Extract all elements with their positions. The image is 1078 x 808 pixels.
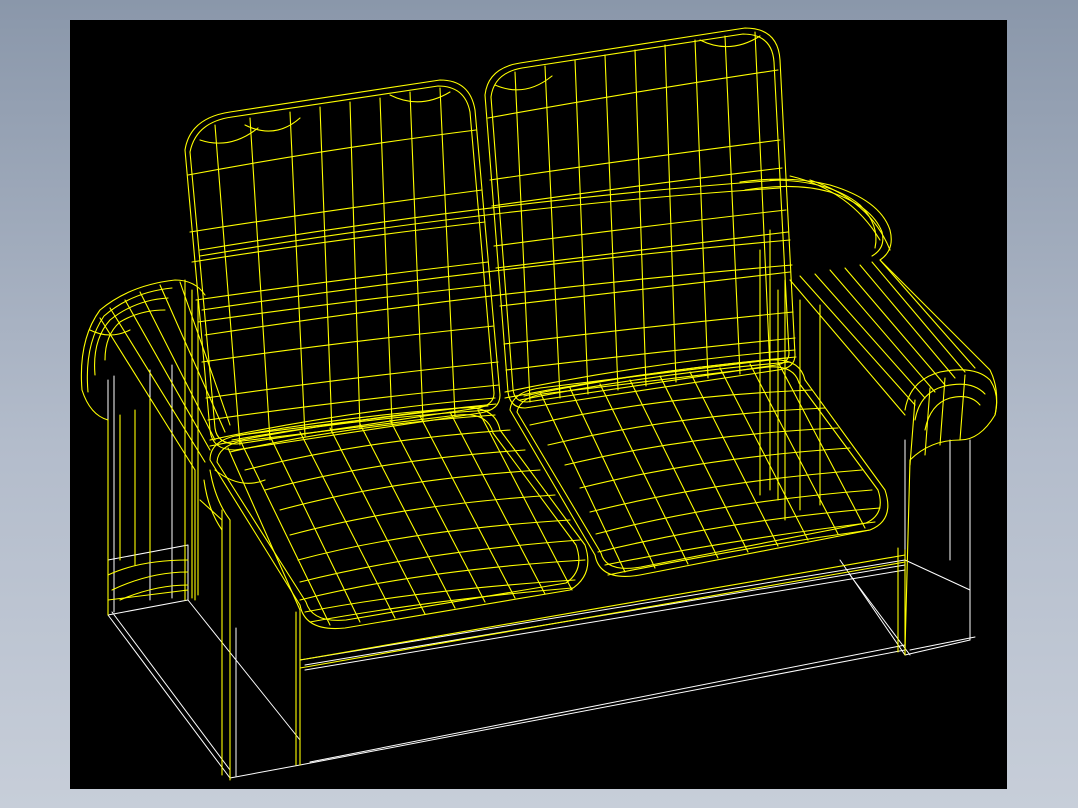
sofa-yellow-mesh <box>80 27 998 781</box>
right-armrest <box>739 175 998 651</box>
seat-seams <box>199 179 797 447</box>
sofa-wireframe <box>80 27 998 781</box>
right-seat-cushion <box>509 357 889 577</box>
left-armrest <box>80 279 231 616</box>
right-backrest <box>484 27 796 409</box>
cad-viewport[interactable] <box>70 20 1007 789</box>
left-backrest <box>184 79 501 451</box>
